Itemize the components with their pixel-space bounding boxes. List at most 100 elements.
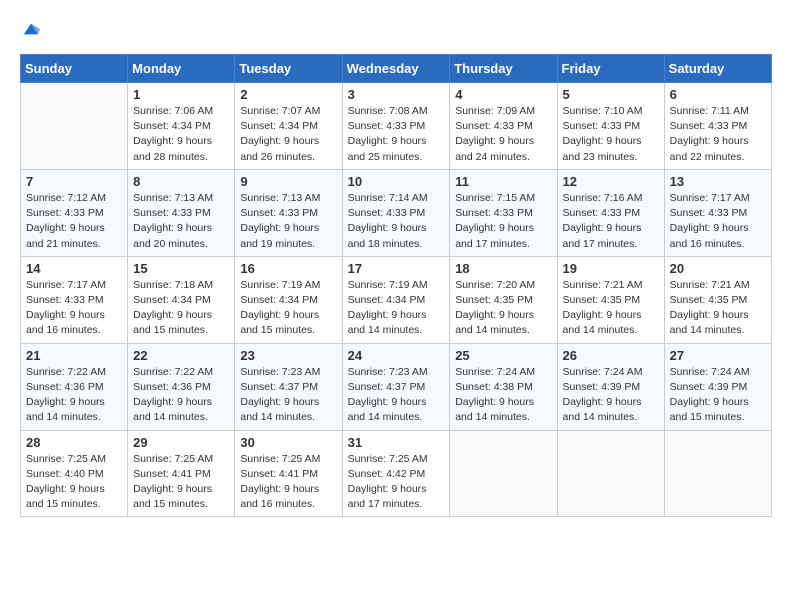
week-row-4: 21 Sunrise: 7:22 AMSunset: 4:36 PMDayligh… bbox=[21, 343, 772, 430]
day-number-1: 1 bbox=[133, 87, 229, 102]
day-info-17: Sunrise: 7:19 AMSunset: 4:34 PMDaylight:… bbox=[348, 278, 445, 339]
day-info-14: Sunrise: 7:17 AMSunset: 4:33 PMDaylight:… bbox=[26, 278, 122, 339]
day-info-1: Sunrise: 7:06 AMSunset: 4:34 PMDaylight:… bbox=[133, 104, 229, 165]
cell-4-2: 30Sunrise: 7:25 AMSunset: 4:41 PMDayligh… bbox=[235, 430, 342, 517]
logo bbox=[20, 20, 40, 38]
week-row-5: 28Sunrise: 7:25 AMSunset: 4:40 PMDayligh… bbox=[21, 430, 772, 517]
day-info-7: Sunrise: 7:12 AMSunset: 4:33 PMDaylight:… bbox=[26, 191, 122, 252]
day-number-10: 10 bbox=[348, 174, 445, 189]
day-info-16: Sunrise: 7:19 AMSunset: 4:34 PMDaylight:… bbox=[240, 278, 336, 339]
day-number-23: 23 bbox=[240, 348, 336, 363]
day-number-2: 2 bbox=[240, 87, 336, 102]
cell-3-4: 25 Sunrise: 7:24 AMSunset: 4:38 PMDayligh… bbox=[450, 343, 557, 430]
day-number-24: 24 bbox=[348, 348, 445, 363]
day-info-12: Sunrise: 7:16 AMSunset: 4:33 PMDaylight:… bbox=[563, 191, 659, 252]
cell-4-5 bbox=[557, 430, 664, 517]
day-info-15: Sunrise: 7:18 AMSunset: 4:34 PMDaylight:… bbox=[133, 278, 229, 339]
day-info-9: Sunrise: 7:13 AMSunset: 4:33 PMDaylight:… bbox=[240, 191, 336, 252]
day-number-31: 31 bbox=[348, 435, 445, 450]
day-number-19: 19 bbox=[563, 261, 659, 276]
calendar-header-row: Sunday Monday Tuesday Wednesday Thursday… bbox=[21, 55, 772, 83]
header-monday: Monday bbox=[128, 55, 235, 83]
calendar-table: Sunday Monday Tuesday Wednesday Thursday… bbox=[20, 54, 772, 517]
cell-0-6: 6 Sunrise: 7:11 AMSunset: 4:33 PMDaylight… bbox=[664, 83, 771, 170]
day-number-22: 22 bbox=[133, 348, 229, 363]
day-number-18: 18 bbox=[455, 261, 551, 276]
day-number-8: 8 bbox=[133, 174, 229, 189]
week-row-3: 14 Sunrise: 7:17 AMSunset: 4:33 PMDayligh… bbox=[21, 256, 772, 343]
day-number-26: 26 bbox=[563, 348, 659, 363]
day-number-13: 13 bbox=[670, 174, 766, 189]
day-number-27: 27 bbox=[670, 348, 766, 363]
cell-3-2: 23Sunrise: 7:23 AMSunset: 4:37 PMDayligh… bbox=[235, 343, 342, 430]
day-number-7: 7 bbox=[26, 174, 122, 189]
day-number-30: 30 bbox=[240, 435, 336, 450]
cell-1-0: 7 Sunrise: 7:12 AMSunset: 4:33 PMDaylight… bbox=[21, 169, 128, 256]
day-info-6: Sunrise: 7:11 AMSunset: 4:33 PMDaylight:… bbox=[670, 104, 766, 165]
cell-1-4: 11 Sunrise: 7:15 AMSunset: 4:33 PMDayligh… bbox=[450, 169, 557, 256]
day-number-16: 16 bbox=[240, 261, 336, 276]
logo-icon bbox=[22, 20, 40, 38]
day-info-29: Sunrise: 7:25 AMSunset: 4:41 PMDaylight:… bbox=[133, 452, 229, 513]
cell-4-4 bbox=[450, 430, 557, 517]
cell-4-3: 31 Sunrise: 7:25 AMSunset: 4:42 PMDayligh… bbox=[342, 430, 450, 517]
day-info-19: Sunrise: 7:21 AMSunset: 4:35 PMDaylight:… bbox=[563, 278, 659, 339]
day-info-22: Sunrise: 7:22 AMSunset: 4:36 PMDaylight:… bbox=[133, 365, 229, 426]
day-info-2: Sunrise: 7:07 AMSunset: 4:34 PMDaylight:… bbox=[240, 104, 336, 165]
day-info-3: Sunrise: 7:08 AMSunset: 4:33 PMDaylight:… bbox=[348, 104, 445, 165]
cell-2-0: 14 Sunrise: 7:17 AMSunset: 4:33 PMDayligh… bbox=[21, 256, 128, 343]
day-number-4: 4 bbox=[455, 87, 551, 102]
cell-1-5: 12 Sunrise: 7:16 AMSunset: 4:33 PMDayligh… bbox=[557, 169, 664, 256]
header-tuesday: Tuesday bbox=[235, 55, 342, 83]
day-number-14: 14 bbox=[26, 261, 122, 276]
day-info-5: Sunrise: 7:10 AMSunset: 4:33 PMDaylight:… bbox=[563, 104, 659, 165]
day-info-13: Sunrise: 7:17 AMSunset: 4:33 PMDaylight:… bbox=[670, 191, 766, 252]
cell-0-3: 3 Sunrise: 7:08 AMSunset: 4:33 PMDaylight… bbox=[342, 83, 450, 170]
cell-1-6: 13 Sunrise: 7:17 AMSunset: 4:33 PMDayligh… bbox=[664, 169, 771, 256]
cell-2-4: 18 Sunrise: 7:20 AMSunset: 4:35 PMDayligh… bbox=[450, 256, 557, 343]
day-info-18: Sunrise: 7:20 AMSunset: 4:35 PMDaylight:… bbox=[455, 278, 551, 339]
day-info-21: Sunrise: 7:22 AMSunset: 4:36 PMDaylight:… bbox=[26, 365, 122, 426]
day-number-6: 6 bbox=[670, 87, 766, 102]
day-info-11: Sunrise: 7:15 AMSunset: 4:33 PMDaylight:… bbox=[455, 191, 551, 252]
day-info-4: Sunrise: 7:09 AMSunset: 4:33 PMDaylight:… bbox=[455, 104, 551, 165]
day-info-24: Sunrise: 7:23 AMSunset: 4:37 PMDaylight:… bbox=[348, 365, 445, 426]
day-info-31: Sunrise: 7:25 AMSunset: 4:42 PMDaylight:… bbox=[348, 452, 445, 513]
day-info-25: Sunrise: 7:24 AMSunset: 4:38 PMDaylight:… bbox=[455, 365, 551, 426]
cell-4-6 bbox=[664, 430, 771, 517]
header-sunday: Sunday bbox=[21, 55, 128, 83]
day-number-11: 11 bbox=[455, 174, 551, 189]
day-number-28: 28 bbox=[26, 435, 122, 450]
header-friday: Friday bbox=[557, 55, 664, 83]
day-info-26: Sunrise: 7:24 AMSunset: 4:39 PMDaylight:… bbox=[563, 365, 659, 426]
cell-2-3: 17Sunrise: 7:19 AMSunset: 4:34 PMDayligh… bbox=[342, 256, 450, 343]
header-wednesday: Wednesday bbox=[342, 55, 450, 83]
day-info-27: Sunrise: 7:24 AMSunset: 4:39 PMDaylight:… bbox=[670, 365, 766, 426]
cell-3-5: 26 Sunrise: 7:24 AMSunset: 4:39 PMDayligh… bbox=[557, 343, 664, 430]
day-number-20: 20 bbox=[670, 261, 766, 276]
header-thursday: Thursday bbox=[450, 55, 557, 83]
cell-3-0: 21 Sunrise: 7:22 AMSunset: 4:36 PMDayligh… bbox=[21, 343, 128, 430]
cell-0-5: 5 Sunrise: 7:10 AMSunset: 4:33 PMDaylight… bbox=[557, 83, 664, 170]
day-number-25: 25 bbox=[455, 348, 551, 363]
day-number-15: 15 bbox=[133, 261, 229, 276]
cell-4-1: 29 Sunrise: 7:25 AMSunset: 4:41 PMDayligh… bbox=[128, 430, 235, 517]
day-number-21: 21 bbox=[26, 348, 122, 363]
cell-0-0 bbox=[21, 83, 128, 170]
cell-4-0: 28Sunrise: 7:25 AMSunset: 4:40 PMDayligh… bbox=[21, 430, 128, 517]
day-number-12: 12 bbox=[563, 174, 659, 189]
page-header bbox=[20, 20, 772, 38]
cell-2-1: 15 Sunrise: 7:18 AMSunset: 4:34 PMDayligh… bbox=[128, 256, 235, 343]
cell-0-4: 4 Sunrise: 7:09 AMSunset: 4:33 PMDaylight… bbox=[450, 83, 557, 170]
cell-2-5: 19 Sunrise: 7:21 AMSunset: 4:35 PMDayligh… bbox=[557, 256, 664, 343]
cell-1-3: 10 Sunrise: 7:14 AMSunset: 4:33 PMDayligh… bbox=[342, 169, 450, 256]
cell-3-6: 27 Sunrise: 7:24 AMSunset: 4:39 PMDayligh… bbox=[664, 343, 771, 430]
cell-3-3: 24 Sunrise: 7:23 AMSunset: 4:37 PMDayligh… bbox=[342, 343, 450, 430]
day-number-3: 3 bbox=[348, 87, 445, 102]
week-row-2: 7 Sunrise: 7:12 AMSunset: 4:33 PMDaylight… bbox=[21, 169, 772, 256]
cell-2-6: 20Sunrise: 7:21 AMSunset: 4:35 PMDayligh… bbox=[664, 256, 771, 343]
day-number-9: 9 bbox=[240, 174, 336, 189]
day-info-10: Sunrise: 7:14 AMSunset: 4:33 PMDaylight:… bbox=[348, 191, 445, 252]
day-number-29: 29 bbox=[133, 435, 229, 450]
day-number-5: 5 bbox=[563, 87, 659, 102]
